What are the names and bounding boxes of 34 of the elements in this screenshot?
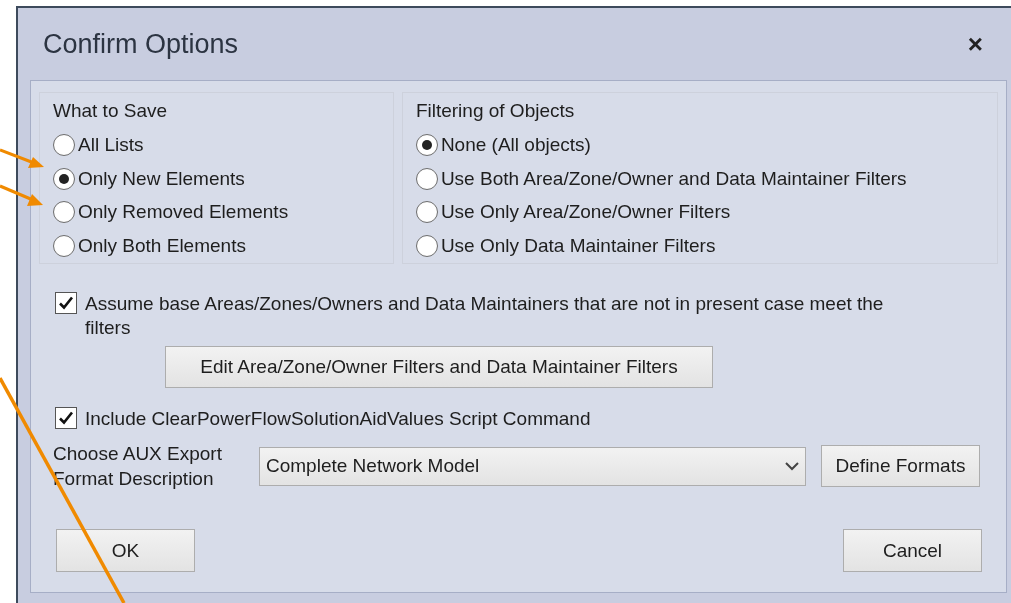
radio-button[interactable] [415, 201, 438, 224]
checkmark-icon [58, 410, 74, 426]
checkbox-label: Include ClearPowerFlowSolutionAidValues Script Command [85, 407, 592, 431]
checkmark-icon [58, 295, 74, 311]
radio-option[interactable]: All Lists [53, 128, 393, 162]
radio-option[interactable]: Use Both Area/Zone/Owner and Data Maintainer Filters [415, 161, 997, 196]
edit-filters-button[interactable]: Edit Area/Zone/Owner Filters and Data Maintainer Filters [165, 346, 713, 388]
radio-option[interactable]: Only New Elements [53, 161, 393, 196]
format-dropdown[interactable]: Complete Network Model [259, 446, 806, 486]
close-button[interactable]: × [963, 31, 987, 57]
checkbox-label: Assume base Areas/Zones/Owners and Data Maintainers that are not in present case meet the filters [85, 292, 885, 340]
cancel-button[interactable]: Cancel [843, 529, 982, 572]
ok-button[interactable]: OK [56, 529, 195, 572]
window-title: Confirm Options [43, 28, 239, 60]
radio-button[interactable] [415, 167, 438, 190]
radio-button[interactable] [415, 235, 438, 258]
radio-option[interactable]: Use Only Data Maintainer Filters [415, 229, 997, 263]
radio-button[interactable] [53, 133, 75, 156]
checkbox[interactable] [55, 407, 77, 429]
radio-button[interactable] [53, 201, 75, 224]
annotation-arrow [0, 148, 44, 168]
radio-button[interactable] [53, 167, 75, 190]
annotation-arrow [0, 184, 43, 206]
radio-option[interactable]: None (All objects) [415, 128, 997, 162]
radio-option[interactable]: Only Both Elements [53, 229, 393, 263]
chevron-down-icon [785, 461, 799, 471]
radio-option[interactable]: Use Only Area/Zone/Owner Filters [415, 195, 997, 230]
group-label: What to Save [53, 100, 169, 122]
radio-button[interactable] [415, 133, 438, 156]
radio-option[interactable]: Only Removed Elements [53, 195, 393, 230]
radio-button[interactable] [53, 235, 75, 258]
checkbox[interactable] [55, 292, 77, 314]
define-formats-button[interactable]: Define Formats [821, 445, 980, 487]
group-label: Filtering of Objects [415, 100, 576, 122]
